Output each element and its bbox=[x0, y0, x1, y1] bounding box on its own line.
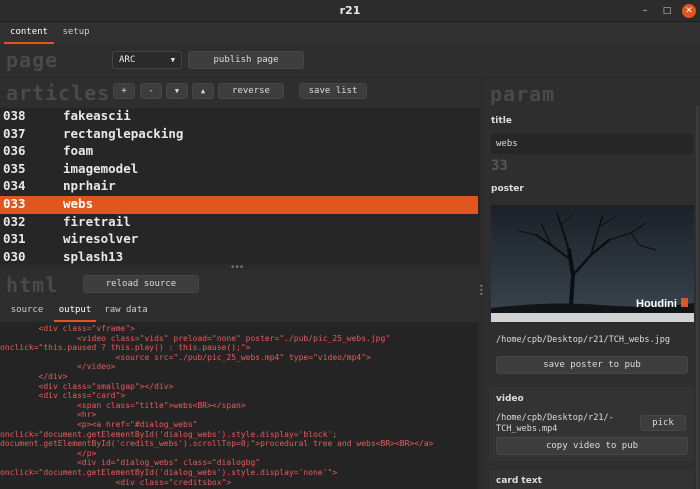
article-number: 037 bbox=[3, 125, 26, 141]
poster-tree-illustration: Houdini bbox=[491, 205, 694, 322]
page-section-title: page bbox=[6, 48, 59, 72]
close-icon[interactable]: ✕ bbox=[682, 4, 696, 18]
reverse-button[interactable]: reverse bbox=[218, 83, 284, 99]
minimize-icon[interactable]: – bbox=[638, 4, 652, 18]
list-item[interactable]: 030 splash13 bbox=[0, 249, 478, 264]
article-list[interactable]: 038 fakeascii 037 rectanglepacking 036 foam 03… bbox=[0, 108, 480, 264]
page-combo-value: ARC bbox=[119, 55, 136, 65]
poster-caption: Houdini bbox=[636, 298, 677, 310]
code-line: <div id="dialog_webs" class="dialogbg" bbox=[0, 458, 261, 468]
window-titlebar: r21 – □ ✕ bbox=[0, 0, 700, 22]
poster-path: /home/cpb/Desktop/r21/TCH_webs.jpg bbox=[496, 335, 670, 345]
page-section: page ARC ▼ publish page bbox=[0, 44, 700, 76]
code-line: <span class="title">webs<BR></span> bbox=[0, 400, 246, 410]
video-path-line1: /home/cpb/Desktop/r21/- bbox=[496, 413, 614, 423]
article-name: imagemodel bbox=[63, 160, 139, 176]
maximize-icon[interactable]: □ bbox=[660, 4, 674, 18]
article-number: 035 bbox=[3, 160, 26, 176]
article-number: 038 bbox=[3, 108, 26, 123]
article-number: 034 bbox=[3, 178, 26, 194]
code-line: <div class="smallgap"></div> bbox=[0, 381, 174, 391]
tab-content[interactable]: content bbox=[4, 22, 54, 44]
triangle-down-icon: ▼ bbox=[170, 56, 175, 64]
page-combo[interactable]: ARC ▼ bbox=[112, 51, 182, 69]
tab-source[interactable]: source bbox=[6, 300, 48, 322]
add-article-button[interactable]: + bbox=[113, 83, 135, 99]
article-number: 031 bbox=[3, 231, 26, 247]
article-name: webs bbox=[63, 196, 94, 211]
tab-raw-data[interactable]: raw data bbox=[102, 300, 150, 322]
code-line: <div class="card"> bbox=[0, 391, 126, 401]
code-line: onclick="this.paused ? this.play() : thi… bbox=[0, 343, 251, 353]
article-name: foam bbox=[63, 143, 94, 159]
window-title: r21 bbox=[339, 4, 361, 17]
code-line: <hr> bbox=[0, 410, 97, 420]
article-name: firetrail bbox=[63, 213, 131, 229]
code-line: onclick="document.getElementById('dialog… bbox=[0, 429, 338, 439]
list-item[interactable]: 037 rectanglepacking bbox=[0, 126, 478, 144]
article-name: nprhair bbox=[63, 178, 116, 194]
param-scrollbar[interactable] bbox=[696, 106, 699, 489]
list-item[interactable]: 033 webs bbox=[0, 196, 478, 214]
poster-image: Houdini bbox=[491, 205, 694, 322]
main-tabbar: content setup bbox=[0, 22, 700, 44]
code-line: document.getElementById('credits_webs').… bbox=[0, 439, 434, 449]
title-field[interactable]: webs bbox=[491, 134, 693, 154]
article-name: fakeascii bbox=[63, 108, 131, 123]
code-line: <div class="vframe"> bbox=[0, 324, 135, 333]
video-path-line2: TCH_webs.mp4 bbox=[496, 424, 558, 434]
article-name: wiresolver bbox=[63, 231, 139, 247]
html-output-view[interactable]: <div class="vframe"> <video class="vids"… bbox=[0, 322, 478, 489]
article-number: 036 bbox=[3, 143, 26, 159]
article-number: 032 bbox=[3, 213, 26, 229]
move-up-button[interactable]: ▲ bbox=[192, 83, 214, 99]
reload-source-button[interactable]: reload source bbox=[83, 275, 199, 293]
list-item[interactable]: 038 fakeascii bbox=[0, 108, 478, 126]
code-line: <p><a href="#dialog_webs" bbox=[0, 420, 198, 429]
poster-label: poster bbox=[491, 184, 524, 194]
title-label: title bbox=[491, 116, 512, 126]
code-line: <source src="./pub/pic_25_webs.mp4" type… bbox=[0, 352, 371, 362]
html-section-title: html bbox=[6, 273, 59, 297]
code-line: </video> bbox=[0, 362, 116, 372]
article-name: splash13 bbox=[63, 248, 124, 264]
article-name: rectanglepacking bbox=[63, 125, 184, 141]
param-section-title: param bbox=[490, 82, 556, 106]
list-item[interactable]: 032 firetrail bbox=[0, 214, 478, 232]
list-item[interactable]: 031 wiresolver bbox=[0, 231, 478, 249]
copy-video-button[interactable]: copy video to pub bbox=[496, 437, 688, 455]
save-poster-button[interactable]: save poster to pub bbox=[496, 356, 688, 374]
articles-section-title: articles bbox=[6, 81, 111, 105]
html-tabbar: source output raw data bbox=[0, 300, 480, 322]
tab-output[interactable]: output bbox=[54, 300, 96, 322]
move-down-button[interactable]: ▼ bbox=[166, 83, 188, 99]
articles-header: articles + - ▼ ▲ reverse save list bbox=[0, 78, 480, 108]
article-number: 33 bbox=[491, 158, 508, 174]
video-label: video bbox=[496, 394, 524, 404]
pick-video-button[interactable]: pick bbox=[640, 415, 686, 431]
code-line: <div class="creditsbox"> bbox=[0, 477, 232, 487]
list-item[interactable]: 035 imagemodel bbox=[0, 161, 478, 179]
code-line: </p> bbox=[0, 448, 97, 458]
tab-setup[interactable]: setup bbox=[56, 22, 96, 44]
remove-article-button[interactable]: - bbox=[140, 83, 162, 99]
code-line: <video class="vids" preload="none" poste… bbox=[0, 333, 391, 343]
publish-page-button[interactable]: publish page bbox=[188, 51, 304, 69]
article-number: 033 bbox=[3, 196, 26, 211]
article-number: 030 bbox=[3, 248, 26, 264]
list-item[interactable]: 036 foam bbox=[0, 143, 478, 161]
card-text-label: card text bbox=[496, 476, 542, 486]
list-item[interactable]: 034 nprhair bbox=[0, 178, 478, 196]
html-header: html reload source bbox=[0, 270, 480, 300]
save-list-button[interactable]: save list bbox=[299, 83, 367, 99]
code-line: onclick="document.getElementById('dialog… bbox=[0, 468, 338, 477]
code-line: </div> bbox=[0, 372, 68, 381]
